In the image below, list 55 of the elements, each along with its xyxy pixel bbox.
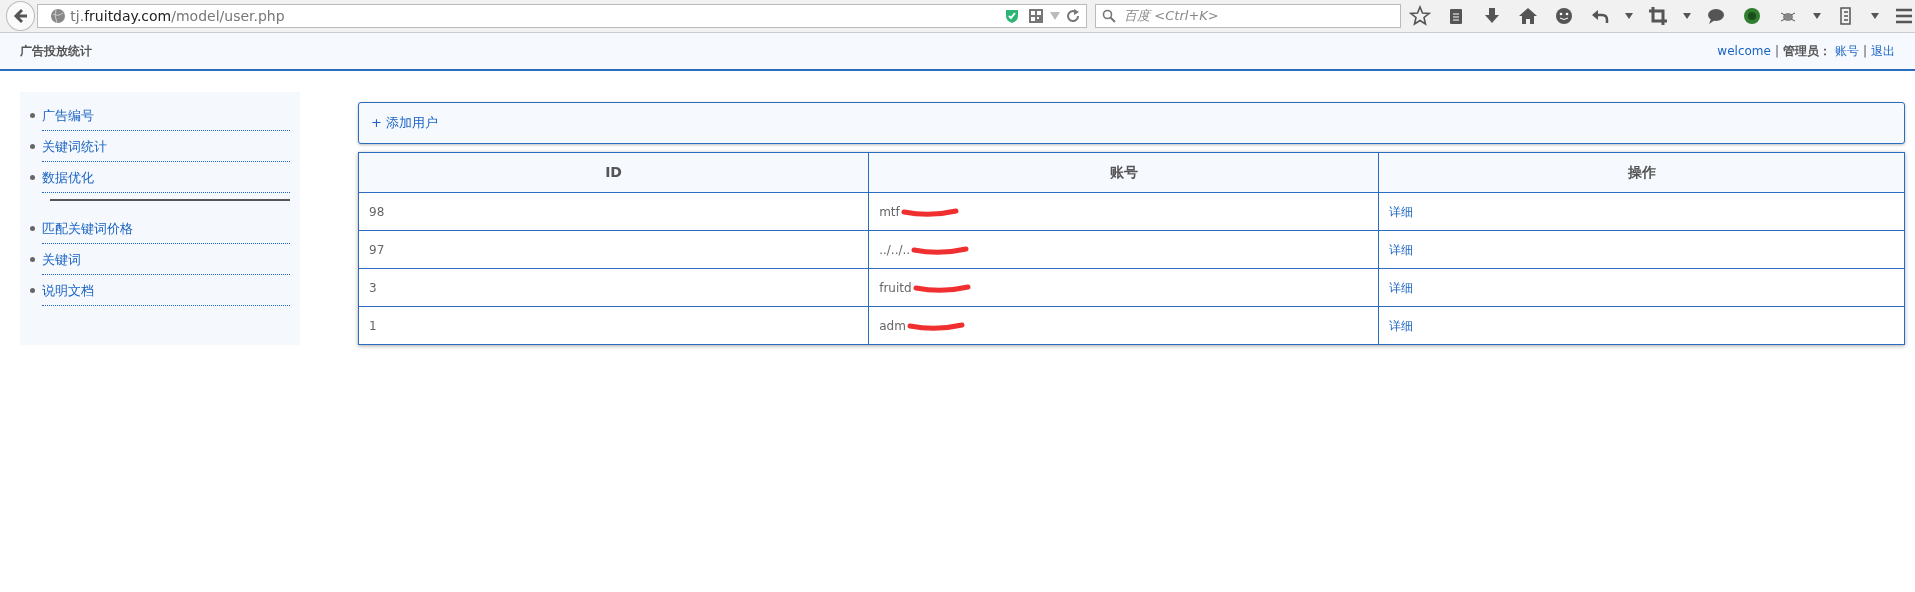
- table-cell-text: adm: [879, 318, 906, 333]
- table-cell: 1: [358, 306, 869, 345]
- smiley-icon[interactable]: [1553, 5, 1575, 27]
- orb-icon[interactable]: [1741, 5, 1763, 27]
- search-placeholder: 百度 <Ctrl+K>: [1124, 7, 1219, 26]
- bullet-icon: [30, 144, 35, 149]
- bullet-icon: [30, 257, 35, 262]
- bullet-icon: [30, 288, 35, 293]
- table-cell-text: mtf: [879, 204, 900, 219]
- column-header: 账号: [868, 152, 1379, 193]
- bullet-icon: [30, 175, 35, 180]
- address-bar[interactable]: tj.fruitday.com/model/user.php: [37, 4, 1088, 28]
- sidebar-link[interactable]: 关键词: [42, 244, 290, 275]
- welcome-link[interactable]: welcome: [1717, 42, 1771, 60]
- url-text: tj.fruitday.com/model/user.php: [70, 6, 285, 26]
- crop-icon[interactable]: [1647, 5, 1669, 27]
- detail-link[interactable]: 详细: [1389, 280, 1414, 295]
- table-cell: 98: [358, 192, 869, 231]
- sidebar-link[interactable]: 数据优化: [42, 162, 290, 193]
- table-cell-text: fruitd: [879, 280, 912, 295]
- header-link[interactable]: 账号: [1834, 42, 1859, 60]
- table-cell: 97: [358, 230, 869, 269]
- table-cell-text: ../../..: [879, 242, 911, 257]
- reload-icon[interactable]: [1066, 9, 1081, 23]
- caret-icon[interactable]: [1871, 13, 1879, 19]
- header-link[interactable]: 退出: [1871, 42, 1895, 60]
- detail-link[interactable]: 详细: [1389, 242, 1414, 257]
- bookmark-star-icon[interactable]: [1409, 5, 1431, 27]
- add-user-link[interactable]: + 添加用户: [371, 113, 439, 133]
- caret-icon[interactable]: [1813, 13, 1821, 19]
- caret-icon[interactable]: [1625, 13, 1633, 19]
- caret-icon[interactable]: [1683, 13, 1691, 19]
- sidebar-link[interactable]: 匹配关键词价格: [42, 213, 290, 244]
- detail-link[interactable]: 详细: [1389, 318, 1414, 333]
- column-header: 操作: [1378, 152, 1905, 193]
- column-header: ID: [358, 152, 869, 193]
- bullet-icon: [30, 226, 35, 231]
- separator-text: |: [1774, 43, 1779, 60]
- bullet-icon: [30, 113, 35, 118]
- qr-code-icon[interactable]: [1028, 8, 1045, 24]
- globe-icon: [50, 8, 67, 24]
- sidebar-link[interactable]: 说明文档: [42, 275, 290, 306]
- role-label: 管理员：: [1782, 43, 1831, 60]
- table-cell: 3: [358, 268, 869, 307]
- shield-icon[interactable]: [1004, 8, 1021, 24]
- search-icon: [1102, 9, 1117, 23]
- back-button[interactable]: [6, 1, 36, 31]
- separator-text: |: [1862, 43, 1867, 60]
- home-icon[interactable]: [1517, 5, 1539, 27]
- sidebar-link[interactable]: 广告编号: [42, 100, 290, 131]
- site-title: 广告投放统计: [20, 43, 92, 60]
- search-field[interactable]: 百度 <Ctrl+K>: [1095, 4, 1401, 28]
- sidebar-link[interactable]: 关键词统计: [42, 131, 290, 162]
- detail-link[interactable]: 详细: [1389, 204, 1414, 219]
- back-arrow-icon: [12, 8, 29, 24]
